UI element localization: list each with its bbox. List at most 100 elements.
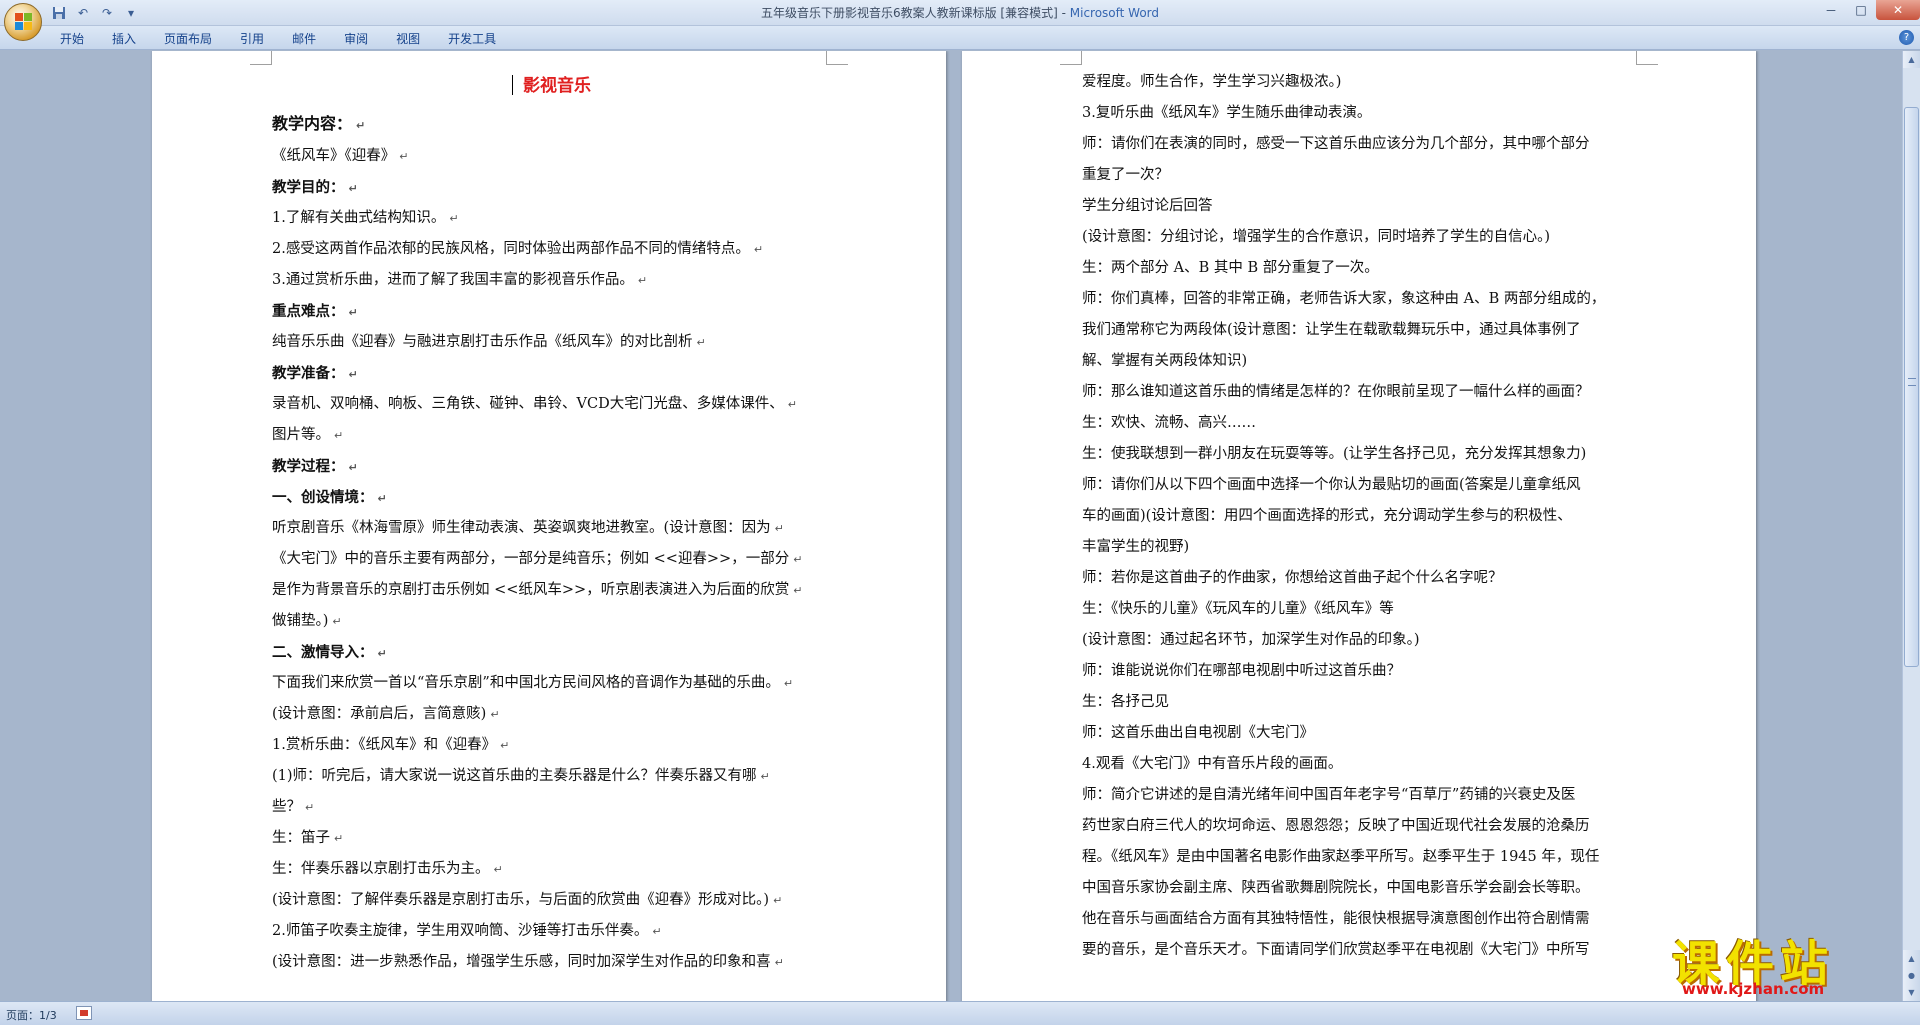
window-controls: － □ ✕ bbox=[1816, 0, 1920, 22]
paragraph-line: 生：使我联想到一群小朋友在玩耍等等。(让学生各抒己见，充分发挥其想象力) bbox=[1082, 439, 1658, 470]
line-text: 重复了一次？ bbox=[1082, 167, 1169, 183]
paragraph-line: 1.了解有关曲式结构知识。 ↵ bbox=[272, 203, 842, 234]
line-text: 二、激情导入： bbox=[272, 644, 374, 661]
maximize-button[interactable]: □ bbox=[1846, 0, 1876, 20]
title-bar: ↶ ↷ ▾ 五年级音乐下册影视音乐6教案人教新课标版 [兼容模式] - Micr… bbox=[0, 0, 1920, 41]
paragraph-line: 解、掌握有关两段体知识) bbox=[1082, 346, 1658, 377]
line-text: 丰富学生的视野) bbox=[1082, 539, 1190, 555]
ribbon-tabs: 开始 插入 页面布局 引用 邮件 审阅 视图 开发工具 bbox=[56, 30, 510, 48]
paragraph-mark-icon: ↵ bbox=[449, 212, 459, 225]
paragraph-mark-icon: ↵ bbox=[652, 925, 662, 938]
paragraph-line: 要的音乐，是个音乐天才。下面请同学们欣赏赵季平在电视剧《大宅门》中所写 bbox=[1082, 935, 1658, 966]
text-cursor bbox=[512, 75, 513, 95]
line-text: 《大宅门》中的音乐主要有两部分，一部分是纯音乐；例如 <<迎春>>，一部分 bbox=[272, 551, 790, 567]
document-page-1[interactable]: 影视音乐 教学内容： ↵ 《纸风车》《迎春》 ↵ 教学目的： ↵ 1.了解有关曲式结构知识。… bbox=[152, 51, 946, 1001]
line-text: 教学准备： bbox=[272, 365, 345, 382]
grip-icon bbox=[1908, 378, 1916, 386]
section-label: 重点难点： ↵ bbox=[272, 296, 842, 327]
page-2-content: 爱程度。师生合作，学生学习兴趣极浓。) 3.复听乐曲《纸风车》学生随乐曲律动表演。… bbox=[1082, 65, 1658, 966]
line-text: 4.观看《大宅门》中有音乐片段的画面。 bbox=[1082, 756, 1343, 772]
line-text: 听京剧音乐《林海雪原》师生律动表演、英姿飒爽地进教室。(设计意图：因为 bbox=[272, 520, 771, 536]
line-text: 重点难点： bbox=[272, 303, 345, 320]
line-text: 生：两个部分 A、B 其中 B 部分重复了一次。 bbox=[1082, 260, 1379, 276]
line-text: 程。《纸风车》是由中国著名电影作曲家赵季平所写。赵季平生于 1945 年，现任 bbox=[1082, 849, 1600, 865]
paragraph-line: 做铺垫。) ↵ bbox=[272, 606, 842, 637]
paragraph-line: 下面我们来欣赏一首以“音乐京剧”和中国北方民间风格的音调作为基础的乐曲。 ↵ bbox=[272, 668, 842, 699]
tab-view[interactable]: 视图 bbox=[382, 30, 434, 48]
line-text: 纯音乐乐曲《迎春》与融进京剧打击乐作品《纸风车》的对比剖析 bbox=[272, 334, 693, 350]
paragraph-line: 师：那么谁知道这首乐曲的情绪是怎样的？在你眼前呈现了一幅什么样的画面？ bbox=[1082, 377, 1658, 408]
paragraph-mark-icon: ↵ bbox=[377, 647, 387, 660]
minimize-button[interactable]: － bbox=[1816, 0, 1846, 20]
vertical-scrollbar[interactable]: ▲ ▲ ● ▼ bbox=[1902, 51, 1920, 1001]
tab-review[interactable]: 审阅 bbox=[330, 30, 382, 48]
paragraph-line: 师：这首乐曲出自电视剧《大宅门》 bbox=[1082, 718, 1658, 749]
paragraph-line: 师：简介它讲述的是自清光绪年间中国百年老字号“百草厅”药铺的兴衰史及医 bbox=[1082, 780, 1658, 811]
line-text: (设计意图：进一步熟悉作品，增强学生乐感，同时加深学生对作品的印象和喜 bbox=[272, 954, 771, 970]
line-text: 要的音乐，是个音乐天才。下面请同学们欣赏赵季平在电视剧《大宅门》中所写 bbox=[1082, 942, 1590, 958]
line-text: 他在音乐与画面结合方面有其独特悟性，能很快根据导演意图创作出符合剧情需 bbox=[1082, 911, 1590, 927]
line-text: 1.了解有关曲式结构知识。 bbox=[272, 210, 446, 226]
line-text: 爱程度。师生合作，学生学习兴趣极浓。) bbox=[1082, 74, 1342, 90]
proofing-icon[interactable] bbox=[76, 1006, 92, 1020]
tab-page-layout[interactable]: 页面布局 bbox=[150, 30, 226, 48]
paragraph-line: (设计意图：分组讨论，增强学生的合作意识，同时培养了学生的自信心。) bbox=[1082, 222, 1658, 253]
paragraph-line: 纯音乐乐曲《迎春》与融进京剧打击乐作品《纸风车》的对比剖析 ↵ bbox=[272, 327, 842, 358]
line-text: 我们通常称它为两段体(设计意图：让学生在载歌载舞玩乐中，通过具体事例了 bbox=[1082, 322, 1581, 338]
line-text: (1)师：听完后，请大家说一说这首乐曲的主奏乐器是什么？伴奏乐器又有哪 bbox=[272, 768, 757, 784]
tab-references[interactable]: 引用 bbox=[226, 30, 278, 48]
line-text: 解、掌握有关两段体知识) bbox=[1082, 353, 1248, 369]
watermark-logo: 课件站 www.kjzhan.com bbox=[1668, 920, 1908, 1002]
line-text: 师：那么谁知道这首乐曲的情绪是怎样的？在你眼前呈现了一幅什么样的画面？ bbox=[1082, 384, 1590, 400]
line-text: 下面我们来欣赏一首以“音乐京剧”和中国北方民间风格的音调作为基础的乐曲。 bbox=[272, 675, 780, 691]
line-text: 师：这首乐曲出自电视剧《大宅门》 bbox=[1082, 725, 1314, 741]
page-count[interactable]: 页面：1/3 bbox=[6, 1007, 57, 1023]
paragraph-mark-icon: ↵ bbox=[774, 956, 784, 969]
line-text: 车的画面)(设计意图：用四个画面选择的形式，充分调动学生参与的积极性、 bbox=[1082, 508, 1572, 524]
paragraph-line: (1)师：听完后，请大家说一说这首乐曲的主奏乐器是什么？伴奏乐器又有哪 ↵ bbox=[272, 761, 842, 792]
close-button[interactable]: ✕ bbox=[1876, 0, 1920, 20]
line-text: (设计意图：承前启后，言简意赅) bbox=[272, 706, 487, 722]
paragraph-line: 师：你们真棒，回答的非常正确，老师告诉大家，象这种由 A、B 两部分组成的， bbox=[1082, 284, 1658, 315]
paragraph-line: 重复了一次？ bbox=[1082, 160, 1658, 191]
tab-mailings[interactable]: 邮件 bbox=[278, 30, 330, 48]
paragraph-line: 《纸风车》《迎春》 ↵ bbox=[272, 141, 842, 172]
document-page-2[interactable]: 爱程度。师生合作，学生学习兴趣极浓。) 3.复听乐曲《纸风车》学生随乐曲律动表演。… bbox=[962, 51, 1756, 1001]
paragraph-line: 丰富学生的视野) bbox=[1082, 532, 1658, 563]
office-button[interactable] bbox=[4, 3, 42, 41]
line-text: 教学目的： bbox=[272, 179, 345, 196]
document-title: 影视音乐 bbox=[272, 65, 842, 107]
paragraph-line: 学生分组讨论后回答 bbox=[1082, 191, 1658, 222]
line-text: 生：伴奏乐器以京剧打击乐为主。 bbox=[272, 861, 490, 877]
paragraph-mark-icon: ↵ bbox=[793, 584, 803, 597]
paragraph-line: 生：笛子 ↵ bbox=[272, 823, 842, 854]
paragraph-line: 1.赏析乐曲：《纸风车》和《迎春》 ↵ bbox=[272, 730, 842, 761]
line-text: 些？ bbox=[272, 799, 301, 815]
tab-home[interactable]: 开始 bbox=[56, 30, 98, 48]
paragraph-line: 些？ ↵ bbox=[272, 792, 842, 823]
line-text: 3.通过赏析乐曲，进而了解了我国丰富的影视音乐作品。 bbox=[272, 272, 634, 288]
paragraph-mark-icon: ↵ bbox=[348, 182, 358, 195]
line-text: 生：各抒己见 bbox=[1082, 694, 1169, 710]
paragraph-mark-icon: ↵ bbox=[774, 522, 784, 535]
paragraph-line: (设计意图：了解伴奏乐器是京剧打击乐，与后面的欣赏曲《迎春》形成对比。) ↵ bbox=[272, 885, 842, 916]
line-text: 师：请你们在表演的同时，感受一下这首乐曲应该分为几个部分，其中哪个部分 bbox=[1082, 136, 1590, 152]
paragraph-line: 是作为背景音乐的京剧打击乐例如 <<纸风车>>，听京剧表演进入为后面的欣赏 ↵ bbox=[272, 575, 842, 606]
tab-developer[interactable]: 开发工具 bbox=[434, 30, 510, 48]
scroll-up-icon[interactable]: ▲ bbox=[1903, 51, 1920, 68]
help-icon[interactable]: ? bbox=[1899, 30, 1914, 45]
paragraph-mark-icon: ↵ bbox=[377, 492, 387, 505]
line-text: 做铺垫。) bbox=[272, 613, 329, 629]
scrollbar-thumb[interactable] bbox=[1904, 107, 1919, 667]
paragraph-line: 我们通常称它为两段体(设计意图：让学生在载歌载舞玩乐中，通过具体事例了 bbox=[1082, 315, 1658, 346]
paragraph-line: 《大宅门》中的音乐主要有两部分，一部分是纯音乐；例如 <<迎春>>，一部分 ↵ bbox=[272, 544, 842, 575]
tab-insert[interactable]: 插入 bbox=[98, 30, 150, 48]
paragraph-line: 4.观看《大宅门》中有音乐片段的画面。 bbox=[1082, 749, 1658, 780]
line-text: 3.复听乐曲《纸风车》学生随乐曲律动表演。 bbox=[1082, 105, 1372, 121]
paragraph-mark-icon: ↵ bbox=[773, 894, 783, 907]
line-text: 师：谁能说说你们在哪部电视剧中听过这首乐曲？ bbox=[1082, 663, 1401, 679]
paragraph-line: 他在音乐与画面结合方面有其独特悟性，能很快根据导演意图创作出符合剧情需 bbox=[1082, 904, 1658, 935]
paragraph-line: (设计意图：承前启后，言简意赅) ↵ bbox=[272, 699, 842, 730]
line-text: 师：你们真棒，回答的非常正确，老师告诉大家，象这种由 A、B 两部分组成的， bbox=[1082, 291, 1606, 307]
paragraph-mark-icon: ↵ bbox=[332, 615, 342, 628]
